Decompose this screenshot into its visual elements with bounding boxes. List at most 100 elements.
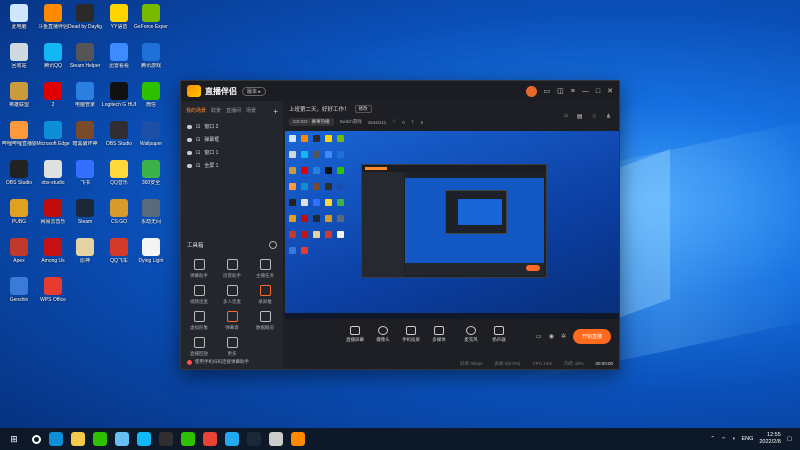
settings-icon[interactable]: ≡ [571,88,575,95]
speaker-button[interactable]: 扬声器 [487,326,511,343]
desktop-icon[interactable]: QQ音乐 [102,160,136,186]
user-avatar[interactable] [525,85,537,97]
tool-item[interactable]: 弹幕助手 [184,259,214,279]
gift-icon[interactable]: ⌂ [564,113,568,120]
explorer-icon[interactable] [71,432,85,446]
microphone-button[interactable]: 麦克风 [459,326,483,343]
tray-chevron-icon[interactable]: ⌃ [710,436,715,442]
maximize-icon[interactable]: □ [596,88,600,95]
version-button[interactable]: 版本 ▸ [242,86,266,96]
desktop-icon[interactable]: 英雄联盟 [2,82,36,108]
bell-icon[interactable]: ♢ [592,113,597,120]
toolbox-more-icon[interactable] [269,241,277,249]
tool-item[interactable]: 主播任务 [250,259,280,279]
xbox-icon[interactable] [93,432,107,446]
video-icon[interactable]: ▭ [536,333,542,340]
desktop-icon[interactable]: 永劫无间 [134,199,168,225]
desktop-icon[interactable]: Among Us [36,238,70,264]
share-icon[interactable]: ⋔ [606,113,611,120]
eye-icon[interactable] [187,150,192,155]
language-indicator[interactable]: ENG [741,436,753,442]
desktop-icon[interactable]: obs-studio [36,160,70,186]
phone-hint[interactable]: 使用手机扫码连接弹幕助手 [187,359,249,365]
scene-item[interactable]: ⊡ 弹幕框 [181,133,283,146]
eye-icon[interactable] [187,124,192,129]
desktop-icon[interactable]: Logitech G HUB [102,82,136,108]
eye-icon[interactable] [187,137,192,142]
chart-icon[interactable]: ▤ [577,113,583,120]
desktop-icon[interactable]: 斗鱼直播伴侣 [36,4,70,30]
scene-item[interactable]: ⊡ 窗口 1 [181,146,283,159]
desktop-icon[interactable]: 哔哩哔哩直播姬 [2,121,36,147]
steam-icon[interactable] [115,432,129,446]
desktop-icon[interactable]: 回收站 [2,43,36,69]
desktop-icon[interactable]: YY语音 [102,4,136,30]
notification-icon[interactable]: ◫ [557,87,564,95]
tool-item[interactable]: 虚拟形象 [184,311,214,331]
qq-icon[interactable] [137,432,151,446]
eye-icon[interactable]: ◉ [549,333,554,340]
desktop-icon[interactable]: Steam [68,199,102,225]
desktop-icon[interactable]: Dead by Daylight [68,4,102,30]
desktop-icon[interactable]: 腾讯QQ [36,43,70,69]
gear-icon[interactable]: ✲ [561,333,566,340]
clock[interactable]: 12:55 2022/2/8 [759,432,780,446]
desktop-icon[interactable]: Apex [2,238,36,264]
tab-framing[interactable]: 取景 [211,107,221,116]
volume-icon[interactable]: ◖ [732,436,735,442]
desktop-icon[interactable]: PUBG [2,199,36,225]
phone-cast-button[interactable]: 手机投屏 [399,326,423,343]
lock-icon[interactable]: ⊡ [196,137,200,143]
desktop-icon[interactable]: CS:GO [102,199,136,225]
desktop-icon[interactable]: GeForce Experience [134,4,168,30]
tab-room[interactable]: 直播间 [226,107,241,116]
desktop-icon[interactable]: 电脑管家 [68,82,102,108]
desktop-icon[interactable]: 腾讯游戏 [134,43,168,69]
tool-item[interactable]: 数据概览 [250,311,280,331]
desktop-icon[interactable]: Genshin [2,277,36,303]
tab-scene[interactable]: 场景 [246,107,256,116]
tool-item[interactable]: 房管助手 [217,259,247,279]
tab-my-scenes[interactable]: 我的场景 [186,107,206,116]
multimedia-button[interactable]: 多媒体 [427,326,451,343]
edit-title-button[interactable]: 修改 [354,105,372,113]
desktop-icon[interactable]: 网易云音乐 [36,199,70,225]
windows-start-icon[interactable]: ⊞ [0,434,28,445]
chrome-icon[interactable] [203,432,217,446]
desktop-icon[interactable]: QQ飞车 [102,238,136,264]
lock-icon[interactable]: ⊡ [196,163,200,169]
message-icon[interactable]: ▭ [544,87,551,95]
desktop-icon[interactable]: WPS Office [36,277,70,303]
minimize-icon[interactable]: — [582,88,589,95]
desktop-icon[interactable]: OBS Studio [2,160,36,186]
desktop-icon[interactable]: 原神 [68,238,102,264]
lock-icon[interactable]: ⊡ [196,150,200,156]
edge-icon[interactable] [49,432,63,446]
close-icon[interactable]: ✕ [607,87,613,95]
desktop-icon[interactable]: 此电脑 [2,4,36,30]
vscode-icon[interactable] [225,432,239,446]
scene-item[interactable]: ⊡ 窗口 2 [181,120,283,133]
douyu-icon[interactable] [291,432,305,446]
category-selector[interactable]: CS:GO · 赛事热播 [289,118,334,126]
lock-icon[interactable]: ⊡ [196,124,200,130]
desktop-icon[interactable]: Dying Light [134,238,168,264]
tool-item[interactable]: 弹幕寄 [217,311,247,331]
desktop-icon[interactable]: 暗黑破坏神 [68,121,102,147]
desktop-icon[interactable]: Steam Helper [68,43,102,69]
obs-icon[interactable] [159,432,173,446]
desktop-icon[interactable]: Microsoft Edge [36,121,70,147]
wechat-icon[interactable] [181,432,195,446]
notification-center-icon[interactable]: ▢ [787,436,792,442]
screen-capture-button[interactable]: 直播屏幕 [343,326,367,343]
desktop-icon[interactable]: 迅雷看看 [102,43,136,69]
tool-item[interactable]: 直播回放 [184,337,214,357]
camera-button[interactable]: 摄像头 [371,326,395,343]
add-scene-button[interactable]: + [273,107,278,116]
clock-icon[interactable] [269,432,283,446]
network-icon[interactable]: ⌔ [721,436,726,443]
tool-item[interactable]: 多人连麦 [217,285,247,305]
desktop-icon[interactable]: 360安全 [134,160,168,186]
start-live-button[interactable]: 开始直播 [572,329,611,344]
tool-item[interactable]: 更多 [217,337,247,357]
